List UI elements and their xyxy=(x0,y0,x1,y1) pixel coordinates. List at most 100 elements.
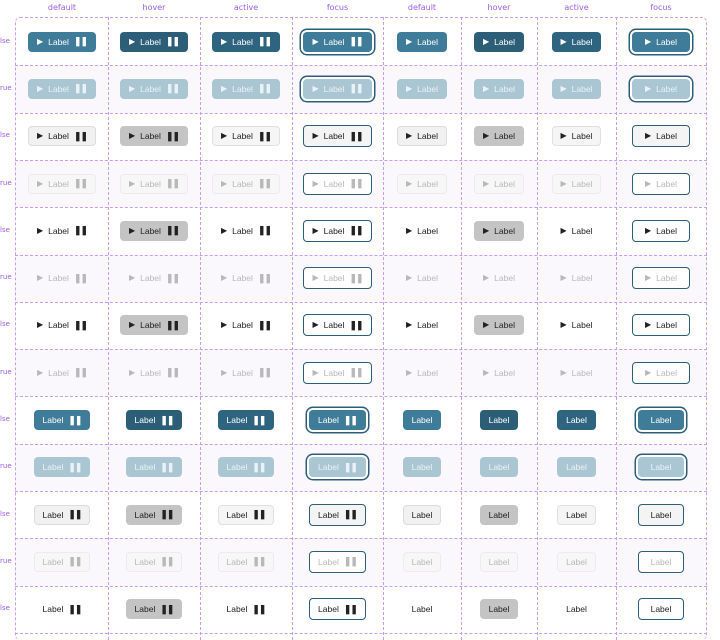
label-button[interactable]: ▶ Label xyxy=(474,126,524,147)
label-button[interactable]: Label ❚❚ xyxy=(217,410,275,431)
label-button[interactable]: ▶ Label ❚❚ xyxy=(303,31,372,52)
label-button[interactable]: ▶ Label ❚❚ xyxy=(28,221,96,241)
label-button[interactable]: ▶ Label xyxy=(474,78,524,99)
label-button[interactable]: ▶ Label ❚❚ xyxy=(303,172,372,195)
label-button[interactable]: ▶ Label ❚❚ xyxy=(119,31,189,52)
label-button[interactable]: ▶ Label xyxy=(474,220,524,241)
label-button[interactable]: ▶ Label xyxy=(632,31,690,52)
label-button[interactable]: ▶ Label xyxy=(397,31,447,52)
label-button[interactable]: ▶ Label ❚❚ xyxy=(303,78,372,99)
label-button[interactable]: ▶ Label xyxy=(552,315,602,335)
label-button[interactable]: Label xyxy=(557,410,596,431)
label-button[interactable]: ▶ Label xyxy=(552,363,602,383)
label-button[interactable]: ▶ Label ❚❚ xyxy=(120,363,188,383)
label-button[interactable]: ▶ Label ❚❚ xyxy=(119,220,189,241)
label-button[interactable]: Label ❚❚ xyxy=(34,599,91,619)
label-button[interactable]: ▶ Label xyxy=(632,125,690,148)
label-button[interactable]: Label xyxy=(557,457,596,478)
label-button[interactable]: ▶ Label ❚❚ xyxy=(212,363,280,383)
label-button[interactable]: Label xyxy=(637,598,685,621)
label-button[interactable]: ▶ Label ❚❚ xyxy=(212,315,280,335)
label-button[interactable]: ▶ Label ❚❚ xyxy=(211,126,281,147)
label-button[interactable]: Label xyxy=(402,410,442,431)
label-button[interactable]: ▶ Label ❚❚ xyxy=(27,78,97,99)
label-button[interactable]: ▶ Label xyxy=(474,315,524,336)
label-button[interactable]: ▶ Label ❚❚ xyxy=(27,126,97,147)
label-button[interactable]: ▶ Label xyxy=(552,221,602,241)
label-button[interactable]: Label xyxy=(479,551,519,572)
label-button[interactable]: Label xyxy=(637,503,685,526)
label-button[interactable]: Label ❚❚ xyxy=(125,551,183,572)
label-button[interactable]: Label xyxy=(479,410,519,431)
label-button[interactable]: ▶ Label xyxy=(397,78,447,99)
label-button[interactable]: ▶ Label ❚❚ xyxy=(303,314,372,337)
label-button[interactable]: ▶ Label ❚❚ xyxy=(212,268,280,288)
label-button[interactable]: ▶ Label xyxy=(552,268,602,288)
label-button[interactable]: Label ❚❚ xyxy=(217,551,275,572)
label-button[interactable]: Label ❚❚ xyxy=(217,457,275,478)
label-button[interactable]: Label ❚❚ xyxy=(125,599,183,620)
label-button[interactable]: Label ❚❚ xyxy=(125,504,183,525)
label-button[interactable]: Label xyxy=(403,599,442,619)
label-button[interactable]: Label xyxy=(557,504,596,525)
label-button[interactable]: ▶ Label xyxy=(632,267,690,290)
label-button[interactable]: Label ❚❚ xyxy=(309,457,366,478)
label-button[interactable]: ▶ Label ❚❚ xyxy=(28,268,96,288)
label-button[interactable]: ▶ Label ❚❚ xyxy=(211,173,281,194)
label-button[interactable]: Label xyxy=(637,550,685,573)
label-button[interactable]: Label ❚❚ xyxy=(125,410,183,431)
label-button[interactable]: Label ❚❚ xyxy=(33,457,91,478)
label-button[interactable]: Label ❚❚ xyxy=(309,550,366,573)
label-button[interactable]: ▶ Label ❚❚ xyxy=(119,78,189,99)
label-button[interactable]: ▶ Label ❚❚ xyxy=(303,219,372,242)
label-button[interactable]: ▶ Label xyxy=(397,173,447,194)
label-button[interactable]: ▶ Label xyxy=(551,173,602,194)
label-button[interactable]: Label xyxy=(479,599,519,620)
label-button[interactable]: ▶ Label ❚❚ xyxy=(303,125,372,148)
label-button[interactable]: Label ❚❚ xyxy=(33,410,91,431)
label-button[interactable]: ▶ Label ❚❚ xyxy=(119,126,189,147)
label-button[interactable]: ▶ Label ❚❚ xyxy=(303,361,372,384)
label-button[interactable]: ▶ Label ❚❚ xyxy=(120,268,188,288)
label-button[interactable]: ▶ Label xyxy=(397,315,447,335)
label-button[interactable]: ▶ Label xyxy=(397,363,447,383)
label-button[interactable]: ▶ Label xyxy=(397,126,447,147)
label-button[interactable]: Label xyxy=(402,551,442,572)
label-button[interactable]: ▶ Label ❚❚ xyxy=(28,315,96,335)
label-button[interactable]: ▶ Label xyxy=(551,31,602,52)
label-button[interactable]: ▶ Label xyxy=(397,268,447,288)
label-button[interactable]: ▶ Label xyxy=(474,31,524,52)
label-button[interactable]: Label ❚❚ xyxy=(218,599,275,619)
label-button[interactable]: ▶ Label ❚❚ xyxy=(119,315,189,336)
label-button[interactable]: ▶ Label xyxy=(632,78,690,99)
label-button[interactable]: Label ❚❚ xyxy=(309,598,366,621)
label-button[interactable]: Label xyxy=(479,504,519,525)
label-button[interactable]: Label xyxy=(479,457,519,478)
label-button[interactable]: ▶ Label xyxy=(551,126,602,147)
label-button[interactable]: ▶ Label ❚❚ xyxy=(27,31,97,52)
label-button[interactable]: ▶ Label xyxy=(551,78,602,99)
label-button[interactable]: Label xyxy=(637,410,685,431)
label-button[interactable]: ▶ Label ❚❚ xyxy=(119,173,189,194)
label-button[interactable]: ▶ Label xyxy=(632,219,690,242)
label-button[interactable]: ▶ Label xyxy=(474,268,524,288)
label-button[interactable]: ▶ Label ❚❚ xyxy=(211,31,281,52)
label-button[interactable]: ▶ Label xyxy=(632,361,690,384)
label-button[interactable]: ▶ Label ❚❚ xyxy=(27,173,97,194)
label-button[interactable]: ▶ Label xyxy=(474,173,524,194)
label-button[interactable]: Label xyxy=(637,457,685,478)
label-button[interactable]: ▶ Label xyxy=(474,363,524,383)
label-button[interactable]: ▶ Label ❚❚ xyxy=(212,221,280,241)
label-button[interactable]: Label xyxy=(557,599,596,619)
label-button[interactable]: ▶ Label xyxy=(632,314,690,337)
label-button[interactable]: ▶ Label ❚❚ xyxy=(28,363,96,383)
label-button[interactable]: Label ❚❚ xyxy=(309,503,366,526)
label-button[interactable]: ▶ Label ❚❚ xyxy=(211,78,281,99)
label-button[interactable]: Label ❚❚ xyxy=(309,410,366,431)
label-button[interactable]: Label xyxy=(402,457,442,478)
label-button[interactable]: Label ❚❚ xyxy=(217,504,275,525)
label-button[interactable]: Label xyxy=(557,551,596,572)
label-button[interactable]: ▶ Label xyxy=(632,172,690,195)
label-button[interactable]: Label ❚❚ xyxy=(125,457,183,478)
label-button[interactable]: Label ❚❚ xyxy=(33,504,91,525)
